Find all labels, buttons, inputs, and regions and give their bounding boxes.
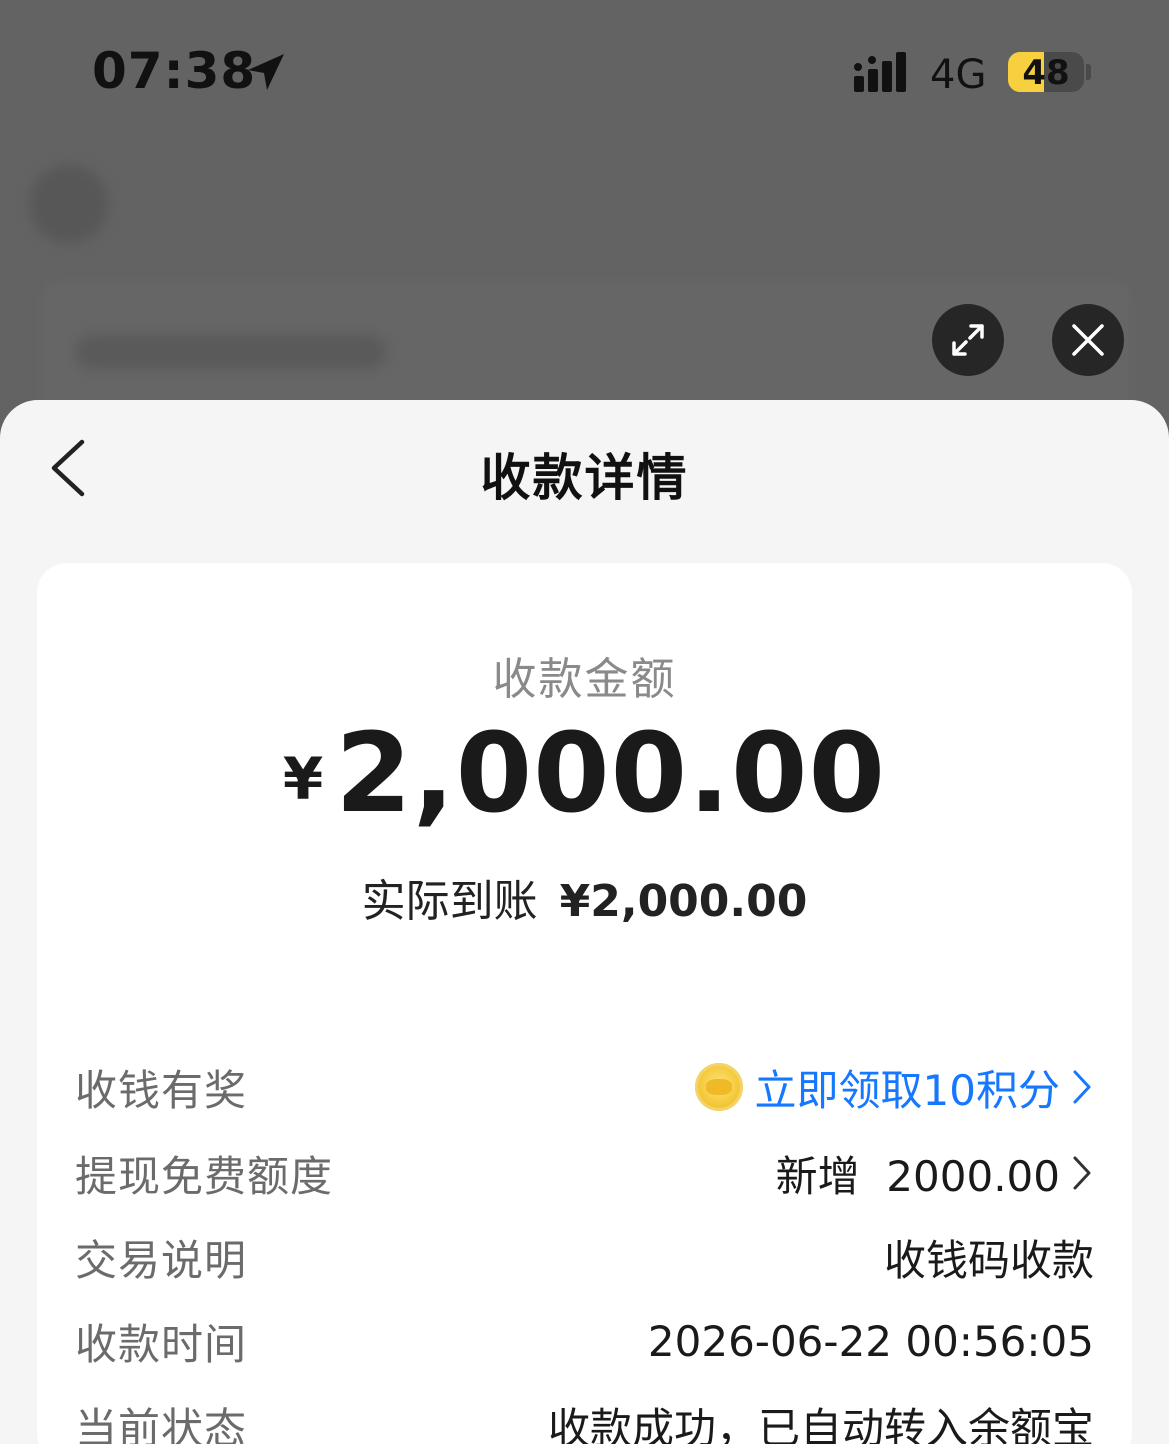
coin-icon (694, 1063, 743, 1111)
close-icon (1072, 324, 1104, 356)
detail-label: 当前状态 (75, 1403, 248, 1444)
chevron-right-icon (1073, 1156, 1091, 1190)
detail-row-time: 收款时间 2026-06-22 00:56:05 (75, 1313, 1094, 1369)
received-amount: 实际到账 ¥2,000.00 (37, 865, 1132, 929)
detail-value: 收款成功，已自动转入余额宝 (547, 1403, 1094, 1444)
detail-sheet: 收款详情 收款金额 ¥2,000.00 实际到账 ¥2,000.00 收钱有奖 立… (0, 400, 1169, 1444)
detail-value: 收钱码收款 (883, 1235, 1094, 1285)
detail-value: 2026-06-22 00:56:05 (647, 1316, 1094, 1366)
blurred-text (75, 335, 387, 369)
network-type: 4G (930, 52, 987, 98)
detail-value[interactable]: 立即领取10积分 (694, 1057, 1094, 1118)
detail-label: 收款时间 (75, 1319, 248, 1369)
amount-label: 收款金额 (492, 654, 677, 705)
detail-label: 交易说明 (75, 1235, 248, 1285)
close-button[interactable] (1052, 304, 1124, 376)
detail-value[interactable]: 新增 2000.00 (776, 1143, 1094, 1204)
detail-label: 收钱有奖 (75, 1065, 248, 1115)
detail-row-description: 交易说明 收钱码收款 (75, 1229, 1094, 1285)
detail-row-status: 当前状态 收款成功，已自动转入余额宝 (75, 1397, 1094, 1444)
currency-symbol: ¥ (282, 745, 324, 813)
battery-cap (1086, 64, 1091, 80)
quota-value-text: 新增 2000.00 (775, 1151, 1060, 1201)
reward-link-text: 立即领取10积分 (754, 1065, 1060, 1115)
detail-row-quota[interactable]: 提现免费额度 新增 2000.00 (75, 1145, 1094, 1201)
chevron-right-icon (1073, 1070, 1091, 1104)
expand-icon (952, 324, 984, 356)
signal-icon (854, 52, 906, 92)
status-time: 07:38 (92, 42, 257, 100)
blurred-avatar (30, 165, 108, 243)
page-title: 收款详情 (480, 449, 689, 507)
received-label: 实际到账 (361, 876, 538, 927)
battery-level: 48 (1022, 53, 1070, 92)
amount-display: ¥2,000.00 (37, 709, 1132, 837)
detail-card: 收款金额 ¥2,000.00 实际到账 ¥2,000.00 收钱有奖 立即领取10… (37, 563, 1132, 1444)
detail-label: 提现免费额度 (75, 1151, 334, 1201)
received-value: ¥2,000.00 (559, 876, 808, 927)
expand-button[interactable] (932, 304, 1004, 376)
battery-icon: 48 (1008, 52, 1084, 92)
location-arrow-icon (248, 54, 284, 90)
amount-value: 2,000.00 (335, 709, 887, 837)
detail-row-reward[interactable]: 收钱有奖 立即领取10积分 (75, 1059, 1094, 1115)
